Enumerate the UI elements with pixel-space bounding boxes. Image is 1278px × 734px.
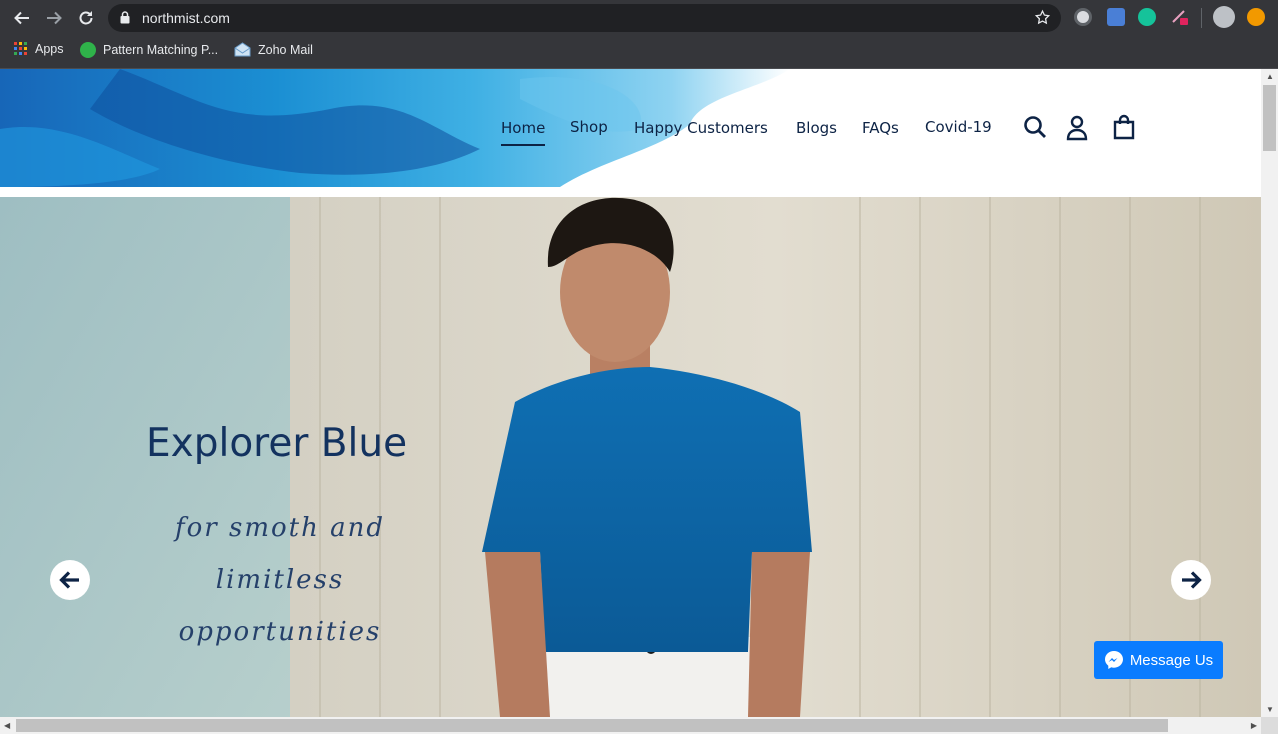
apps-grid-icon bbox=[14, 42, 27, 55]
messenger-button[interactable]: Message Us bbox=[1094, 641, 1223, 679]
messenger-icon bbox=[1104, 651, 1123, 669]
extension-pen-icon[interactable] bbox=[1171, 8, 1189, 26]
bookmark-label: Zoho Mail bbox=[258, 42, 313, 57]
scroll-down-icon[interactable]: ▼ bbox=[1266, 705, 1274, 714]
nav-happy-customers[interactable]: Happy Customers bbox=[634, 119, 768, 137]
scroll-left-icon[interactable]: ◀ bbox=[4, 721, 10, 730]
forward-arrow-icon bbox=[47, 11, 62, 25]
grammarly-icon[interactable] bbox=[1138, 8, 1156, 26]
slider-next-button[interactable] bbox=[1171, 560, 1211, 600]
toolbar-divider bbox=[1201, 8, 1202, 28]
url-text: northmist.com bbox=[142, 10, 230, 26]
update-icon[interactable] bbox=[1247, 8, 1265, 26]
site-header: Home Shop Happy Customers Blogs FAQs Cov… bbox=[0, 69, 1261, 187]
scroll-up-icon[interactable]: ▲ bbox=[1266, 72, 1274, 81]
search-icon[interactable] bbox=[1023, 115, 1047, 141]
tagline-line: limitless bbox=[215, 565, 345, 595]
back-button[interactable] bbox=[10, 6, 34, 30]
messenger-label: Message Us bbox=[1129, 651, 1214, 669]
nav-faqs[interactable]: FAQs bbox=[862, 119, 899, 137]
profile-avatar-icon[interactable] bbox=[1213, 6, 1235, 28]
extension-2-icon[interactable] bbox=[1107, 8, 1125, 26]
scroll-right-icon[interactable]: ▶ bbox=[1251, 721, 1257, 730]
bookmarks-bar: Apps Pattern Matching P... Zoho Mail bbox=[0, 35, 1278, 69]
nav-covid-19[interactable]: Covid-19 bbox=[925, 118, 992, 136]
reload-icon bbox=[79, 11, 93, 25]
tagline-line: for smoth and bbox=[175, 513, 385, 543]
forward-button[interactable] bbox=[42, 6, 66, 30]
nav-shop[interactable]: Shop bbox=[570, 118, 608, 136]
bookmark-label: Pattern Matching P... bbox=[103, 43, 219, 57]
tagline-line: opportunities bbox=[178, 617, 382, 647]
hero-tagline: for smoth and limitless opportunities bbox=[150, 502, 410, 658]
slider-prev-button[interactable] bbox=[50, 560, 90, 600]
hero-slider: Explorer Blue for smoth and limitless op… bbox=[0, 197, 1261, 717]
pattern-matching-favicon bbox=[80, 42, 96, 58]
lock-icon bbox=[120, 11, 130, 24]
extension-1-icon[interactable] bbox=[1074, 8, 1092, 26]
scrollbar-corner bbox=[1261, 717, 1278, 734]
nav-home[interactable]: Home bbox=[501, 119, 546, 146]
reload-button[interactable] bbox=[74, 6, 98, 30]
bookmark-apps[interactable]: Apps bbox=[14, 42, 64, 56]
vertical-scrollbar[interactable]: ▲ ▼ bbox=[1261, 69, 1278, 717]
web-page: Home Shop Happy Customers Blogs FAQs Cov… bbox=[0, 69, 1261, 717]
bookmark-label: Apps bbox=[35, 42, 64, 56]
horizontal-scrollbar[interactable]: ◀ ▶ bbox=[0, 717, 1261, 734]
back-arrow-icon bbox=[14, 11, 29, 25]
horizontal-scroll-thumb[interactable] bbox=[16, 719, 1168, 732]
cart-icon[interactable] bbox=[1113, 114, 1135, 140]
vertical-scroll-thumb[interactable] bbox=[1263, 85, 1276, 151]
bookmark-star-icon[interactable] bbox=[1034, 9, 1051, 26]
zoho-mail-favicon bbox=[234, 42, 251, 57]
bookmark-zoho-mail[interactable]: Zoho Mail bbox=[234, 42, 313, 57]
account-icon[interactable] bbox=[1066, 115, 1088, 141]
hero-title: Explorer Blue bbox=[146, 421, 408, 466]
arrow-left-icon bbox=[59, 571, 79, 589]
browser-toolbar: northmist.com bbox=[0, 0, 1278, 35]
nav-blogs[interactable]: Blogs bbox=[796, 119, 837, 137]
arrow-right-icon bbox=[1182, 571, 1202, 589]
address-bar[interactable]: northmist.com bbox=[108, 4, 1061, 32]
bookmark-pattern-matching[interactable]: Pattern Matching P... bbox=[80, 42, 218, 58]
